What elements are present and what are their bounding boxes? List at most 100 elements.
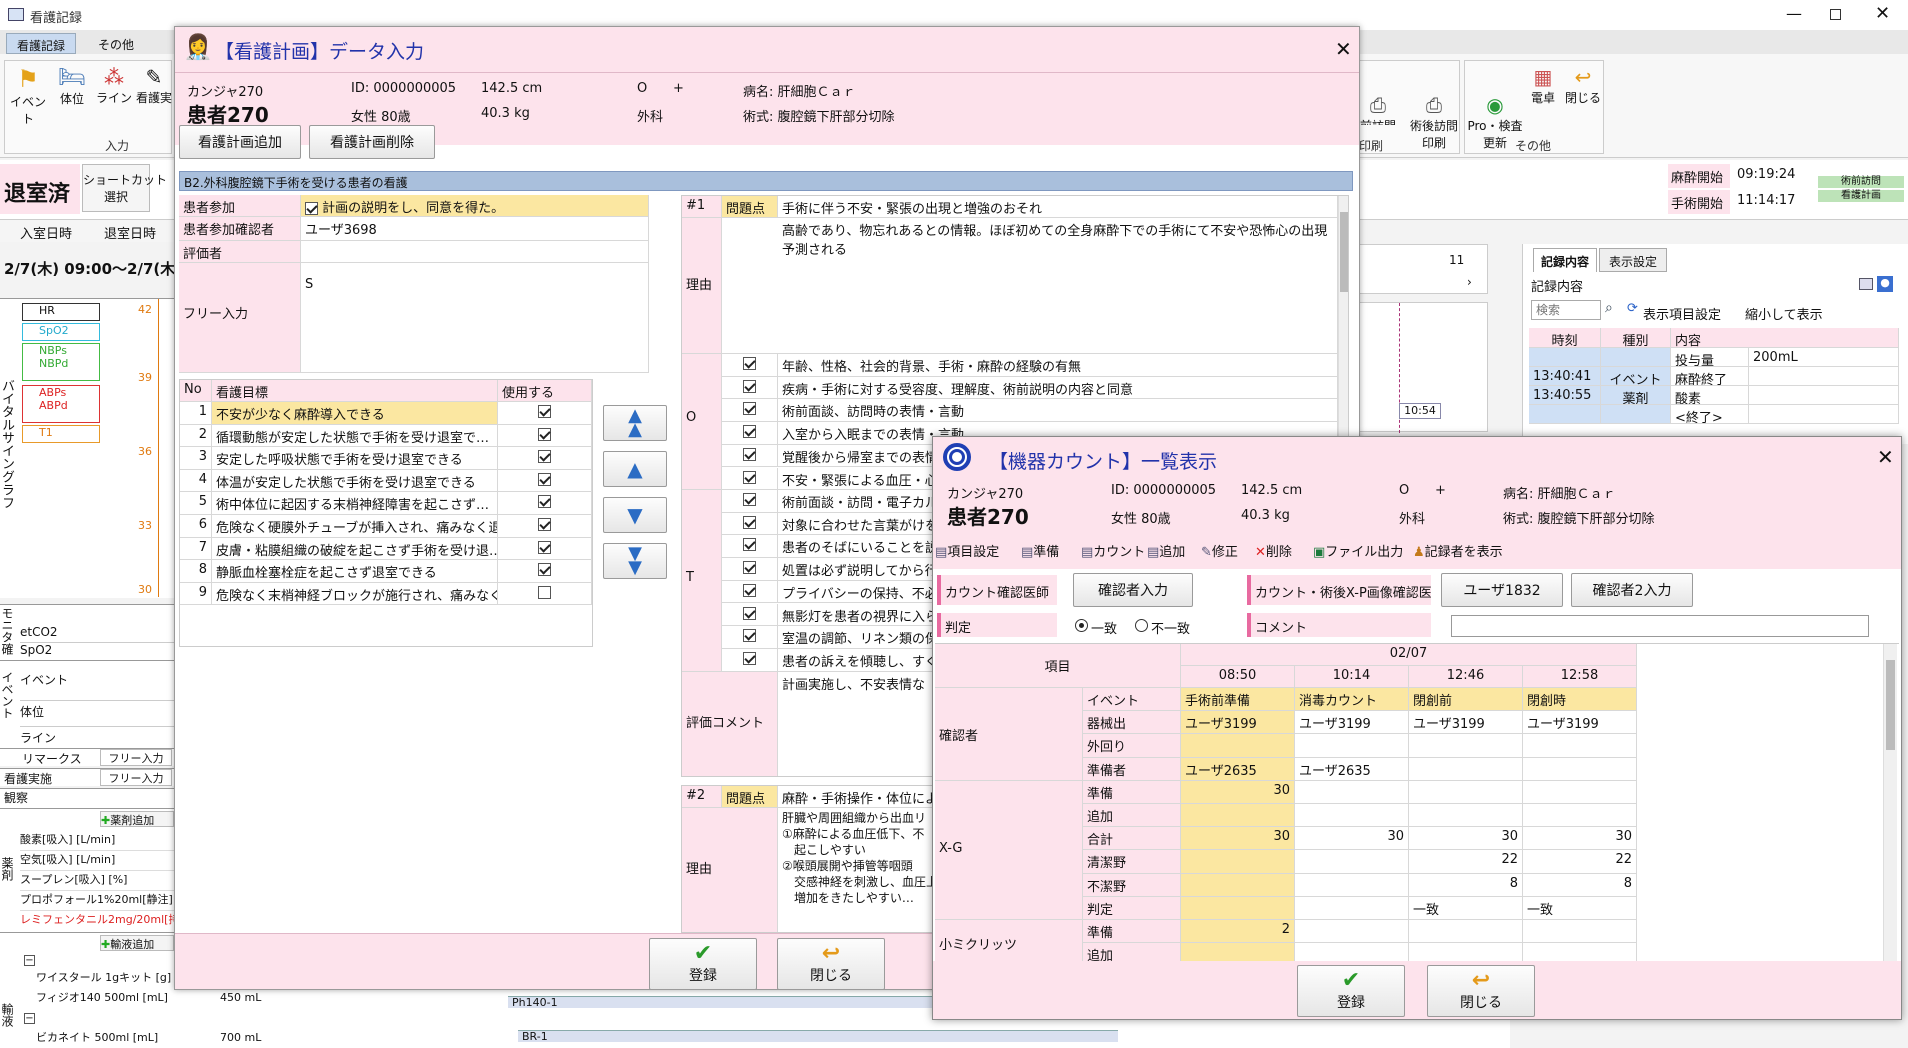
count-cell[interactable]: 2 (1181, 920, 1295, 944)
count-cell[interactable]: 30 (1181, 780, 1295, 804)
shrink-display-button[interactable]: 縮小して表示 (1745, 304, 1823, 323)
nursing-free-input-button[interactable]: フリー入力 (100, 769, 172, 786)
match-radio[interactable] (1075, 619, 1088, 632)
count-cell[interactable] (1523, 757, 1637, 781)
xp-confirm2-button[interactable]: 確認者2入力 (1571, 573, 1693, 607)
show-items-setting-button[interactable]: 表示項目設定 (1643, 304, 1721, 323)
close-app-button[interactable]: ↩ 閉じる (1563, 65, 1603, 125)
move-bottom-button[interactable]: ▼ ▼ (603, 543, 667, 579)
count-cell[interactable]: ユーザ2635 (1295, 757, 1409, 781)
count-cell[interactable] (1295, 734, 1409, 758)
count-cell[interactable] (1409, 804, 1523, 828)
count-cell[interactable] (1295, 804, 1409, 828)
goal-use-checkbox[interactable] (538, 518, 551, 531)
goal-use-checkbox[interactable] (538, 563, 551, 577)
item-setting-button[interactable]: ▤項目設定 (935, 541, 999, 560)
plan-item-checkbox[interactable] (743, 538, 756, 552)
line-button[interactable]: ⁂ ライン (95, 65, 133, 125)
goal-use-checkbox[interactable] (538, 585, 551, 599)
pro-update-button[interactable]: ◉ Pro・検査 更新 (1467, 65, 1523, 150)
plan-item-text[interactable]: 疾病・手術に対する受容度、理解度、術前説明の内容と同意 (778, 376, 1338, 400)
count-cell[interactable] (1409, 920, 1523, 944)
legend-hr[interactable]: HR (22, 303, 100, 321)
free-input-field[interactable]: S (301, 263, 649, 373)
legend-t1[interactable]: T1 (22, 425, 100, 443)
count-cell[interactable]: 22 (1523, 850, 1637, 874)
goal-text[interactable]: 術中体位に起因する末梢神経障害を起こさず… (212, 492, 498, 515)
count-cell[interactable]: 消毒カウント (1295, 688, 1409, 712)
count-cell[interactable] (1409, 757, 1523, 781)
plan-register-button[interactable]: ✔ 登録 (649, 938, 757, 990)
count-cell[interactable]: 30 (1523, 827, 1637, 851)
count-cell[interactable] (1523, 804, 1637, 828)
plan-item-checkbox[interactable] (743, 425, 756, 439)
prepare-button[interactable]: ▤準備 (1021, 541, 1059, 560)
plan-item-checkbox[interactable] (743, 470, 756, 484)
count-cell[interactable]: 手術前準備 (1181, 688, 1295, 712)
search-icon[interactable]: ⌕ (1605, 300, 1613, 316)
scroll-thumb[interactable] (1886, 660, 1895, 750)
confirm-value[interactable]: ユーザ3698 (301, 217, 649, 241)
count-cell[interactable] (1295, 920, 1409, 944)
file-output-button[interactable]: ▣ファイル出力 (1313, 541, 1403, 560)
count-close-button[interactable]: ↩ 閉じる (1427, 965, 1535, 1017)
plan-item-checkbox[interactable] (743, 629, 756, 643)
count-cell[interactable] (1295, 873, 1409, 897)
count-cell[interactable] (1181, 734, 1295, 758)
scroll-thumb[interactable] (1340, 212, 1348, 292)
count-cell[interactable]: 30 (1295, 827, 1409, 851)
plan-item-checkbox[interactable] (743, 493, 756, 506)
plan-item-checkbox[interactable] (743, 583, 756, 597)
count-cell[interactable]: 一致 (1409, 896, 1523, 920)
plan-item-checkbox[interactable] (743, 402, 756, 416)
fluid-add-button[interactable]: ✚輸液追加 (100, 935, 174, 951)
drug-add-button[interactable]: ✚薬剤追加 (100, 811, 174, 827)
remarks-free-input-button[interactable]: フリー入力 (100, 749, 172, 766)
plan-close-button[interactable]: ↩ 閉じる (777, 938, 885, 990)
collapse-icon[interactable]: − (24, 955, 35, 966)
count-close-x[interactable]: ✕ (1877, 445, 1894, 469)
goal-text[interactable]: 不安が少なく麻酔導入できる (212, 402, 498, 425)
goal-use-checkbox[interactable] (538, 540, 551, 554)
count-cell[interactable] (1295, 896, 1409, 920)
pre-visit-print-button[interactable]: ⎙前訪問 印刷 (1353, 65, 1403, 125)
position-button[interactable]: 🛏 体位 (53, 65, 91, 125)
chevron-right-icon[interactable]: › (1467, 275, 1472, 289)
count-cell[interactable] (1523, 920, 1637, 944)
tab-nursing-record[interactable]: 看護記録 (6, 33, 76, 54)
count-cell[interactable]: ユーザ2635 (1181, 757, 1295, 781)
plan-item-checkbox[interactable] (743, 447, 756, 461)
close-icon[interactable]: ✕ (1875, 3, 1890, 24)
count-cell[interactable]: 22 (1409, 850, 1523, 874)
legend-spo2[interactable]: SpO2 (22, 323, 100, 341)
count-cell[interactable] (1181, 873, 1295, 897)
count-cell[interactable] (1181, 850, 1295, 874)
delete-nursing-plan-button[interactable]: 看護計画削除 (309, 125, 435, 159)
goal-text[interactable]: 危険なく末梢神経ブロックが施行され、痛みなく… (212, 582, 498, 606)
collapse-icon[interactable]: − (24, 1013, 35, 1024)
edit-button[interactable]: ✎修正 (1201, 541, 1238, 560)
shortcut-select-button[interactable]: ショートカット 選択 (82, 164, 167, 212)
add-button[interactable]: ▤追加 (1147, 541, 1185, 560)
count-cell[interactable] (1295, 850, 1409, 874)
record-content[interactable]: <終了> (1671, 405, 1749, 424)
move-top-button[interactable]: ▲ ▲ (603, 405, 667, 441)
delete-button[interactable]: ✕削除 (1255, 541, 1292, 560)
user-icon[interactable]: ● (1877, 276, 1893, 292)
record-content[interactable]: 麻酔終了 (1671, 367, 1749, 386)
comment-input[interactable] (1451, 615, 1869, 637)
count-cell[interactable] (1523, 734, 1637, 758)
goal-text[interactable]: 安定した呼吸状態で手術を受け退室できる (212, 447, 498, 470)
goal-use-checkbox[interactable] (538, 472, 551, 486)
count-cell[interactable] (1181, 804, 1295, 828)
count-cell[interactable]: ユーザ3199 (1409, 711, 1523, 735)
count-cell[interactable]: 8 (1523, 873, 1637, 897)
nursing-action-button[interactable]: ✎ 看護実 (135, 65, 173, 125)
plan-item-checkbox[interactable] (743, 561, 756, 575)
plan-item-text[interactable]: 術前面談、訪問時の表情・言動 (778, 399, 1338, 423)
move-up-button[interactable]: ▲ (603, 451, 667, 487)
goal-text[interactable]: 循環動態が安定した状態で手術を受け退室で… (212, 424, 498, 448)
count-cell[interactable]: 8 (1409, 873, 1523, 897)
participation-checkbox[interactable] (305, 202, 318, 215)
search-input[interactable] (1531, 300, 1601, 320)
